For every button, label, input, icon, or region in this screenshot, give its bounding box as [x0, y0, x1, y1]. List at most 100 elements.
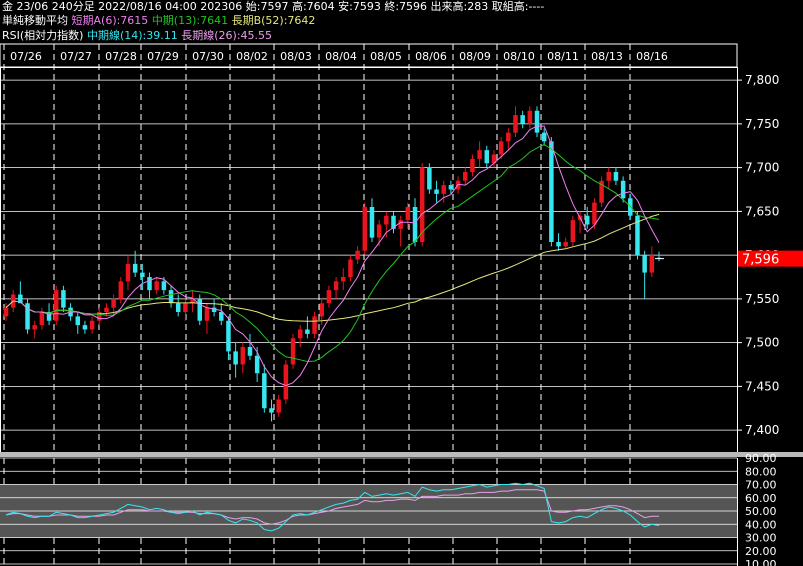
price-tick-label: 7,700: [745, 161, 779, 175]
candle-body: [319, 303, 324, 317]
candle-body: [341, 277, 346, 282]
candle-body: [283, 364, 289, 400]
date-tick-label: 08/06: [415, 50, 447, 63]
rsi-tick-label: 70.00: [745, 479, 777, 492]
candle-body: [89, 320, 95, 330]
candle-body: [584, 215, 590, 225]
candle-body: [398, 220, 403, 229]
date-tick-label: 08/05: [370, 50, 402, 63]
candle-body: [463, 172, 468, 181]
candle-body: [520, 115, 525, 124]
candle-body: [427, 167, 432, 190]
date-tick-label: 08/02: [236, 50, 268, 63]
candle-body: [183, 303, 188, 312]
rsi-tick-label: 10.00: [745, 558, 777, 566]
candle-body: [104, 307, 109, 312]
candle-body: [384, 215, 389, 225]
date-tick-label: 08/09: [459, 50, 491, 63]
last-price-label: 7,596: [742, 253, 779, 268]
candle-body: [434, 189, 439, 194]
candle-body: [348, 259, 353, 277]
candle-body: [649, 255, 655, 273]
date-tick-label: 07/29: [147, 50, 179, 63]
price-tick-label: 7,650: [745, 204, 779, 218]
candle-body: [82, 325, 88, 330]
candle-body: [563, 242, 568, 247]
price-panel-frame: [0, 67, 738, 453]
date-tick-label: 08/03: [280, 50, 312, 63]
candle-body: [513, 115, 518, 133]
candle-body: [405, 207, 411, 221]
rsi-tick-label: 90.00: [745, 452, 777, 465]
rsi-tick-label: 50.00: [745, 505, 777, 518]
date-tick-label: 07/27: [60, 50, 92, 63]
date-tick-label: 07/28: [105, 50, 137, 63]
candle-body: [470, 158, 475, 172]
candle-body: [147, 277, 152, 291]
price-tick-label: 7,500: [745, 336, 779, 350]
rsi-tick-label: 40.00: [745, 518, 777, 531]
candle-body: [226, 320, 231, 352]
candle-body: [369, 207, 375, 238]
price-tick-label: 7,400: [745, 423, 779, 437]
candle-body: [484, 150, 490, 164]
candle-body: [39, 312, 45, 326]
price-tick-label: 7,750: [745, 117, 779, 131]
ma-long-line: [5, 213, 660, 322]
candle-body: [132, 263, 138, 273]
date-tick-label: 08/11: [547, 50, 579, 63]
candle-body: [549, 141, 554, 242]
candle-body: [276, 399, 281, 413]
candle-body: [161, 281, 167, 291]
candle-body: [168, 290, 174, 304]
candle-body: [233, 351, 238, 365]
candle-body: [204, 307, 210, 321]
candle-body: [620, 180, 626, 199]
price-tick-label: 7,450: [745, 379, 779, 393]
candle-body: [111, 298, 116, 308]
price-tick-label: 7,800: [745, 73, 779, 87]
candle-body: [32, 325, 37, 330]
rsi-tick-label: 30.00: [745, 532, 777, 545]
candle-body: [118, 281, 124, 299]
candle-body: [247, 347, 253, 356]
candle-body: [355, 250, 360, 260]
candle-body: [219, 312, 224, 321]
price-tick-label: 7,550: [745, 292, 779, 306]
candle-body: [3, 307, 9, 317]
candle-body: [448, 185, 454, 190]
panel-separator: [0, 452, 803, 457]
candle-body: [240, 347, 246, 365]
date-tick-label: 07/26: [10, 50, 42, 63]
price-chart[interactable]: 7,4007,4507,5007,5507,6007,6507,7007,750…: [0, 0, 803, 566]
date-tick-label: 08/16: [636, 50, 668, 63]
candle-body: [570, 220, 576, 242]
rsi-tick-label: 20.00: [745, 545, 777, 558]
candle-body: [312, 316, 317, 334]
candle-body: [613, 172, 619, 181]
candle-body: [61, 290, 66, 308]
candle-body: [269, 408, 274, 413]
date-tick-label: 08/10: [503, 50, 535, 63]
candle-body: [326, 290, 332, 304]
candle-body: [154, 281, 159, 291]
candle-body: [125, 263, 131, 282]
candle-body: [262, 373, 267, 409]
candle-body: [297, 329, 303, 339]
rsi-tick-label: 80.00: [745, 465, 777, 478]
candle-body: [606, 172, 612, 181]
candle-body: [305, 329, 310, 334]
candle-body: [412, 207, 418, 242]
candle-body: [75, 316, 81, 326]
candle-body: [498, 141, 504, 155]
candle-body: [506, 132, 511, 142]
candle-body: [53, 290, 59, 321]
candle-body: [527, 110, 533, 124]
ma-mid-line: [27, 143, 660, 363]
candle-body: [534, 110, 540, 133]
candle-body: [441, 185, 446, 194]
date-tick-label: 08/04: [325, 50, 357, 63]
candle-body: [362, 207, 368, 251]
candle-body: [175, 303, 181, 312]
candle-body: [592, 202, 597, 225]
